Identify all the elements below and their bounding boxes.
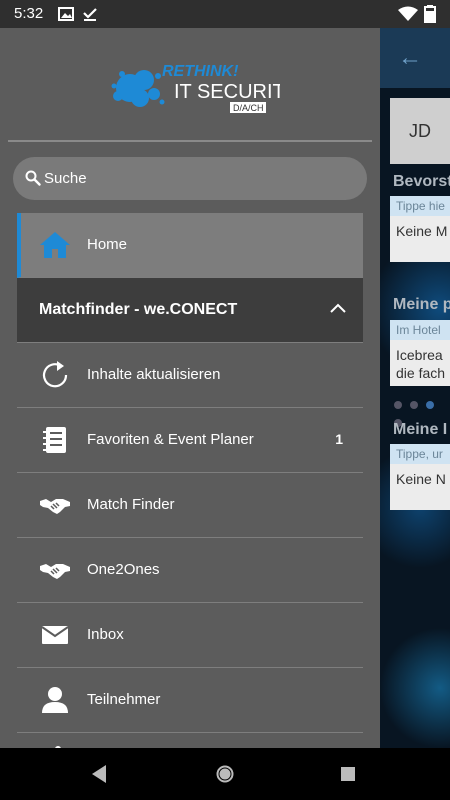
app-bar: ← <box>380 28 450 88</box>
download-done-icon <box>83 8 97 21</box>
navigation-drawer: RETHINK! IT SECURITY D/A/CH Suche Home M… <box>0 28 380 748</box>
menu-item-label: Match Finder <box>87 496 175 513</box>
card-upcoming[interactable]: Tippe hie Keine M <box>390 196 450 262</box>
avatar[interactable]: JD <box>390 98 450 164</box>
menu-item-label: Favoriten & Event Planer <box>87 431 254 448</box>
rethink-it-security-logo: RETHINK! IT SECURITY D/A/CH <box>111 63 280 113</box>
menu-item-label: Home <box>87 236 128 253</box>
card-body: Icebrea die fach <box>390 340 450 386</box>
menu-item-match-finder[interactable]: Match Finder <box>17 473 363 538</box>
header-divider <box>8 140 372 142</box>
menu-item-label: Inhalte aktualisieren <box>87 366 221 383</box>
section-label: Matchfinder - we.CONECT <box>39 301 238 318</box>
card-hint-text: Im Hotel <box>396 323 441 337</box>
card-hint: Tippe, ur <box>390 444 450 464</box>
search-input[interactable]: Suche <box>13 157 367 200</box>
mail-icon <box>41 626 69 644</box>
menu-item-partial <box>17 733 363 748</box>
wifi-icon <box>398 6 418 21</box>
menu-item-label: Inbox <box>87 626 124 643</box>
card-body-line: Icebrea <box>396 347 443 363</box>
search-icon <box>25 170 41 186</box>
image-notification-icon <box>58 7 74 21</box>
home-icon <box>40 232 70 258</box>
card-body-line: die fach <box>396 365 446 381</box>
handshake-icon <box>40 564 70 579</box>
section-title-3: Meine I <box>393 421 448 438</box>
refresh-icon <box>42 361 68 388</box>
card-body: Keine N <box>396 471 446 487</box>
menu-item-label: Teilnehmer <box>87 691 161 708</box>
status-time: 5:32 <box>14 5 44 22</box>
menu-item-one2ones[interactable]: One2Ones <box>17 538 363 603</box>
system-nav-bar <box>0 748 450 800</box>
person-icon <box>42 687 68 713</box>
section-matchfinder[interactable]: Matchfinder - we.CONECT <box>17 278 363 343</box>
planner-icon <box>43 427 66 453</box>
logo-text-1: RETHINK! <box>162 63 239 80</box>
favorites-count-badge: 1 <box>335 431 343 447</box>
card-hint: Im Hotel <box>390 320 450 340</box>
home-nav-icon[interactable] <box>215 764 235 784</box>
menu-item-refresh[interactable]: Inhalte aktualisieren <box>17 343 363 408</box>
menu-item-favorites[interactable]: Favoriten & Event Planer 1 <box>17 408 363 473</box>
back-nav-icon[interactable] <box>90 764 108 784</box>
menu-item-inbox[interactable]: Inbox <box>17 603 363 668</box>
drawer-menu: Home Matchfinder - we.CONECT Inhalte akt… <box>17 213 363 748</box>
back-arrow-icon[interactable]: ← <box>398 44 422 72</box>
recents-nav-icon[interactable] <box>340 766 356 782</box>
menu-item-participants[interactable]: Teilnehmer <box>17 668 363 733</box>
section-title-2: Meine p <box>393 296 450 313</box>
battery-icon <box>424 5 436 23</box>
card-hotel[interactable]: Im Hotel Icebrea die fach <box>390 320 450 386</box>
status-bar: 5:32 <box>0 0 450 28</box>
logo-text-3: D/A/CH <box>233 103 264 113</box>
search-placeholder: Suche <box>44 170 87 187</box>
section-title-upcoming: Bevorst <box>393 173 450 190</box>
menu-item-label: One2Ones <box>87 561 160 578</box>
card-3[interactable]: Tippe, ur Keine N <box>390 444 450 510</box>
chevron-up-icon[interactable] <box>329 300 347 318</box>
card-body: Keine M <box>396 223 448 239</box>
handshake-icon <box>40 499 70 514</box>
card-hint: Tippe hie <box>390 196 450 216</box>
logo-text-2: IT SECURITY <box>174 81 280 103</box>
background-app: ← JD Bevorst Tippe hie Keine M Meine p I… <box>380 28 450 748</box>
menu-item-home[interactable]: Home <box>17 213 363 278</box>
